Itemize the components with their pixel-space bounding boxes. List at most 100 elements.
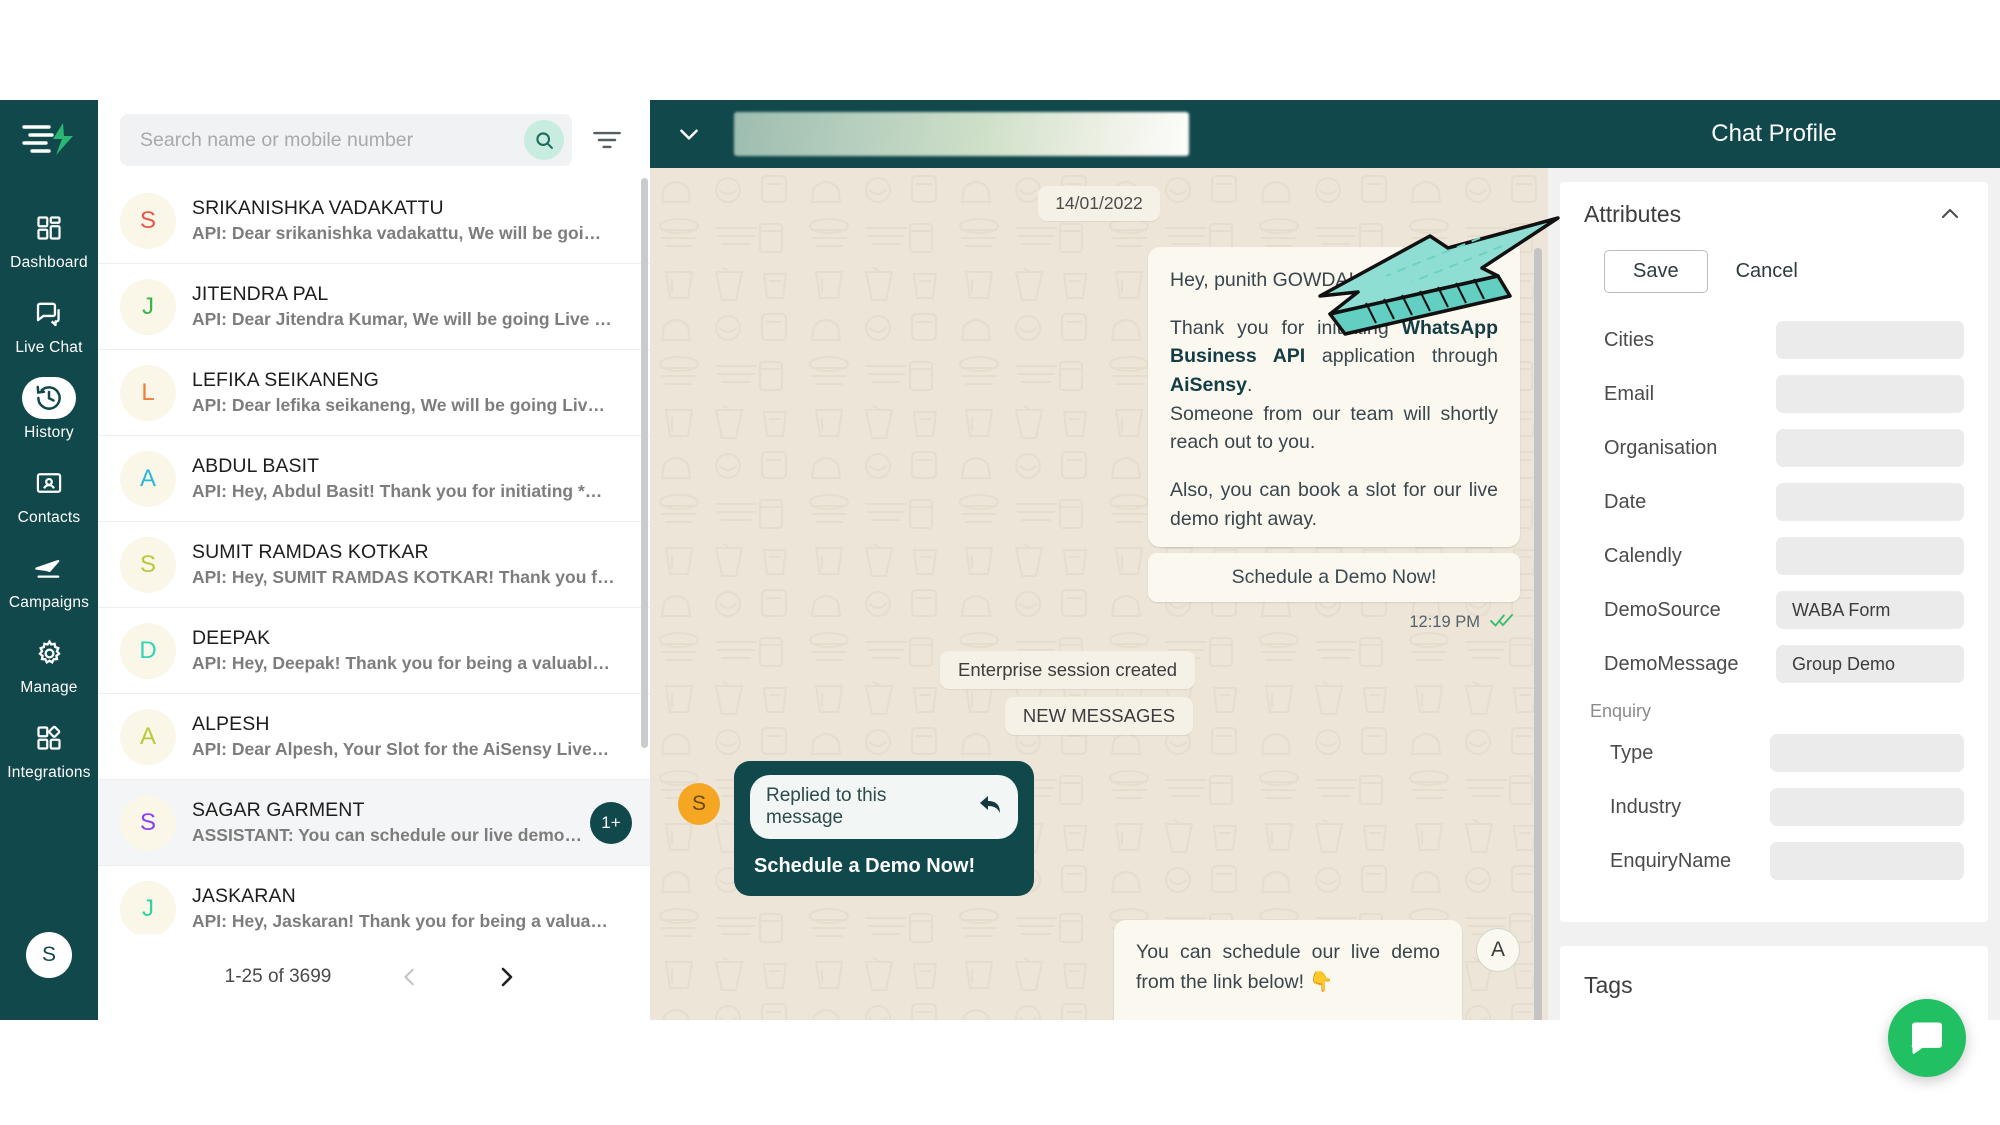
msg-p2: Someone from our team will shortly reach… [1170, 402, 1498, 454]
intercom-chat-icon[interactable] [1888, 999, 1966, 1077]
attribute-label: Cities [1604, 328, 1655, 351]
save-button[interactable]: Save [1604, 250, 1708, 293]
attribute-value-field[interactable] [1770, 788, 1964, 826]
sidebar-item-integrations[interactable]: Integrations [0, 706, 98, 791]
contact-name: ABDUL BASIT [192, 454, 320, 477]
avatar: A [120, 708, 176, 765]
contact-name: SAGAR GARMENT [192, 798, 365, 821]
list-item[interactable]: J JASKARAN API: Hey, Jaskaran! Thank you f… [98, 866, 650, 934]
list-item[interactable]: L LEFIKA SEIKANENG API: Dear lefika seikan… [98, 350, 650, 436]
chat-profile-panel: Chat Profile Attributes Save Cancel Citi… [1548, 100, 2000, 1083]
attribute-value-field[interactable] [1776, 375, 1964, 413]
list-item[interactable]: S SAGAR GARMENT ASSISTANT: You can schedul… [98, 780, 650, 866]
list-item-body: SUMIT RAMDAS KOTKAR API: Hey, SUMIT RAMDA… [192, 540, 632, 589]
chat-scrollbar[interactable] [1534, 248, 1542, 1020]
list-item[interactable]: S SUMIT RAMDAS KOTKAR API: Hey, SUMIT RAMD… [98, 522, 650, 608]
sidebar-item-label: History [24, 424, 74, 441]
contact-list-scrollbar[interactable] [641, 178, 648, 748]
msg-p1-mid: application through [1305, 345, 1498, 368]
new-messages-divider: NEW MESSAGES [1004, 697, 1194, 736]
brand-logo[interactable] [17, 114, 81, 162]
attribute-row: Cities [1584, 321, 1964, 359]
quoted-label: Replied to this message [766, 785, 887, 829]
message-paragraph-3: Also, you can book a slot for our live d… [1170, 478, 1498, 530]
attribute-row: EnquiryName [1584, 842, 1964, 880]
chat-bubbles-icon [26, 292, 72, 334]
chevron-down-icon[interactable] [672, 117, 706, 151]
avatar: S [120, 192, 176, 249]
contact-scroll-area[interactable]: S SRIKANISHKA VADAKATTU API: Dear srikanis… [98, 178, 650, 934]
avatar: L [120, 364, 176, 421]
attribute-value-field[interactable]: WABA Form [1776, 591, 1964, 629]
search-box[interactable] [120, 114, 572, 166]
date-divider: 14/01/2022 [678, 186, 1520, 221]
sidebar-item-campaigns[interactable]: Campaigns [0, 536, 98, 621]
attribute-value-field[interactable]: Group Demo [1776, 645, 1964, 683]
search-icon[interactable] [524, 120, 564, 160]
avatar: S [120, 536, 176, 593]
calendly-link[interactable]: https://calendly.com/aisensy/aisens [1136, 1015, 1440, 1020]
message-bubble-reply: Replied to this message Schedule a Demo … [734, 761, 1034, 897]
attribute-value-field[interactable] [1776, 483, 1964, 521]
schedule-demo-button[interactable]: Schedule a Demo Now! [1148, 553, 1520, 603]
sidebar-item-history[interactable]: History [0, 366, 98, 451]
sidebar-item-live-chat[interactable]: Live Chat [0, 281, 98, 366]
contact-name: ALPESH [192, 712, 270, 735]
avatar-initial: S [41, 943, 56, 966]
incoming-message: You can schedule our live demo from the … [678, 920, 1520, 1020]
list-item-body: ALPESH API: Dear Alpesh, Your Slot for th… [192, 712, 632, 761]
unread-badge: 1+ [590, 801, 632, 844]
search-row [98, 100, 650, 178]
attribute-value-field[interactable] [1770, 842, 1964, 880]
sidebar-item-label: Dashboard [10, 254, 88, 271]
sidebar-item-label: Contacts [17, 509, 81, 526]
cancel-button[interactable]: Cancel [1736, 260, 1798, 283]
message-meta: 12:19 PM [678, 612, 1520, 633]
chat-header [650, 100, 1548, 168]
sidebar-nav: Dashboard Live Chat History Contacts Cam… [0, 100, 98, 1020]
attribute-row: Type [1584, 734, 1964, 772]
list-item-body: DEEPAK API: Hey, Deepak! Thank you for be… [192, 626, 632, 675]
list-item-body: JITENDRA PAL API: Dear Jitendra Kumar, We… [192, 282, 632, 331]
attribute-label: Industry [1610, 795, 1682, 818]
attribute-label: Organisation [1604, 436, 1718, 459]
list-item[interactable]: S SRIKANISHKA VADAKATTU API: Dear srikanis… [98, 178, 650, 264]
attribute-value-field[interactable] [1776, 429, 1964, 467]
attribute-value-field[interactable] [1776, 537, 1964, 575]
message-bubble-outgoing: Hey, punith GOWDA! Thank you for initiat… [1148, 247, 1520, 548]
contact-name: DEEPAK [192, 626, 271, 649]
list-item[interactable]: D DEEPAK API: Hey, Deepak! Thank you for b… [98, 608, 650, 694]
search-input[interactable] [140, 128, 524, 152]
sidebar-item-dashboard[interactable]: Dashboard [0, 196, 98, 281]
attribute-value-field[interactable] [1776, 321, 1964, 359]
chat-message-area[interactable]: 14/01/2022 Hey, punith GOWDA! Thank you … [650, 168, 1548, 1020]
chevron-right-icon[interactable] [489, 960, 523, 994]
msg-p1-prefix: Thank you for initiating [1170, 316, 1402, 339]
clock-history-icon [22, 377, 76, 419]
system-chip-session: Enterprise session created [940, 651, 1196, 690]
filter-icon[interactable] [586, 119, 628, 161]
avatar[interactable]: S [26, 932, 72, 978]
dashboard-grid-icon [26, 207, 72, 249]
sidebar-item-contacts[interactable]: Contacts [0, 451, 98, 536]
list-item[interactable]: J JITENDRA PAL API: Dear Jitendra Kumar, W… [98, 264, 650, 350]
system-chip-row-new: NEW MESSAGES [678, 697, 1520, 736]
message-bubble-incoming: You can schedule our live demo from the … [1114, 920, 1462, 1020]
list-item[interactable]: A ABDUL BASIT API: Hey, Abdul Basit! Thank… [98, 436, 650, 522]
chevron-left-icon[interactable] [393, 960, 427, 994]
list-item[interactable]: A ALPESH API: Dear Alpesh, Your Slot for t… [98, 694, 650, 780]
attributes-card: Attributes Save Cancel Cities Email Organi… [1560, 182, 1988, 922]
sidebar-item-manage[interactable]: Manage [0, 621, 98, 706]
attribute-value-field[interactable] [1770, 734, 1964, 772]
contact-name: JASKARAN [192, 884, 296, 907]
contact-preview: API: Dear Alpesh, Your Slot for the AiSe… [192, 739, 610, 760]
quoted-message[interactable]: Replied to this message [750, 775, 1018, 840]
contact-preview: API: Dear lefika seikaneng, We will be g… [192, 395, 605, 416]
app-root: Dashboard Live Chat History Contacts Cam… [0, 0, 2000, 1125]
attribute-label: Calendly [1604, 544, 1682, 567]
outgoing-message: Hey, punith GOWDA! Thank you for initiat… [678, 247, 1520, 548]
chevron-up-icon[interactable] [1936, 200, 1964, 228]
integrations-grid-icon [26, 717, 72, 759]
incoming-avatar: A [1476, 928, 1520, 973]
contact-preview: API: Hey, Jaskaran! Thank you for being … [192, 911, 608, 932]
